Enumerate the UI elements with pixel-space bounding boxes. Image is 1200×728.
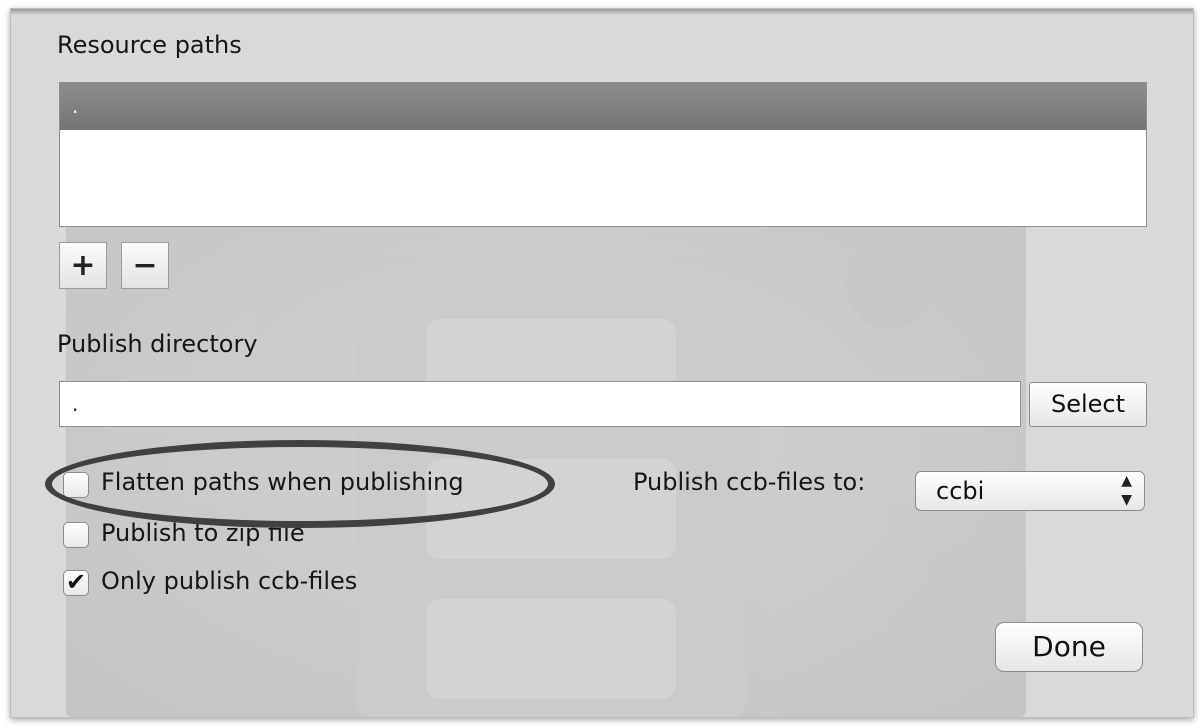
publish-settings-sheet: Resource paths . + − Publish directory .… — [10, 8, 1194, 718]
resource-path-row-selected[interactable]: . — [60, 83, 1146, 130]
publish-directory-heading: Publish directory — [57, 330, 258, 358]
publish-directory-field[interactable]: . — [59, 381, 1021, 427]
remove-path-button[interactable]: − — [121, 242, 169, 289]
only-ccb-checkbox[interactable]: ✔ — [63, 570, 89, 596]
background-menu-panel — [356, 299, 746, 717]
flatten-paths-checkbox[interactable] — [63, 472, 89, 498]
resource-paths-heading: Resource paths — [57, 31, 242, 59]
checkmark-icon: ✔ — [65, 568, 87, 596]
publish-ccb-label: Publish ccb-files to: — [633, 468, 866, 496]
add-path-button[interactable]: + — [59, 242, 107, 289]
done-button[interactable]: Done — [995, 622, 1143, 672]
up-down-arrows-icon: ▲ ▼ — [1121, 473, 1132, 508]
flatten-paths-label: Flatten paths when publishing — [101, 468, 464, 496]
only-ccb-label: Only publish ccb-files — [101, 567, 358, 595]
publish-ccb-selected-value: ccbi — [936, 477, 985, 505]
publish-zip-label: Publish to zip file — [101, 519, 305, 547]
resource-paths-list[interactable]: . — [59, 82, 1147, 227]
sheet-top-edge — [11, 9, 1193, 15]
select-directory-button[interactable]: Select — [1029, 382, 1147, 427]
publish-ccb-select[interactable]: ccbi ▲ ▼ — [915, 471, 1145, 511]
publish-zip-checkbox[interactable] — [63, 522, 89, 548]
background-orb — [846, 239, 936, 329]
background-orb — [926, 549, 996, 619]
background-button — [426, 599, 676, 699]
